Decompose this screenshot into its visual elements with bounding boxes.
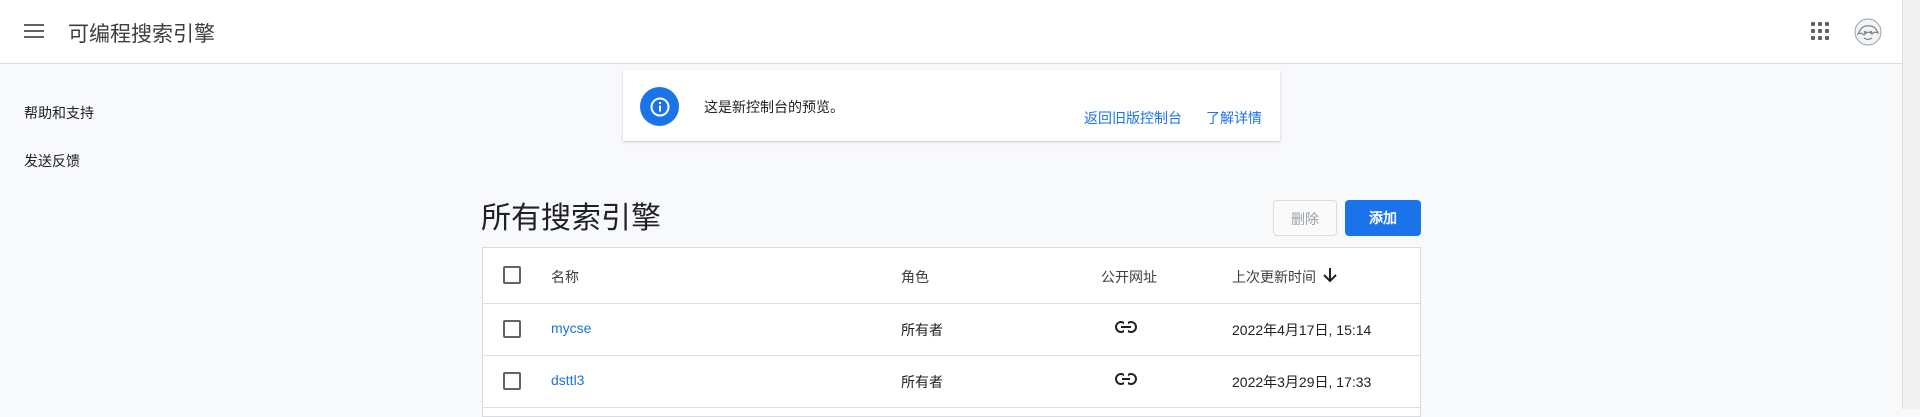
table-row[interactable]: mycse 所有者 2022年4月17日, 15:14 [483,303,1420,356]
app-title: 可编程搜索引擎 [68,23,215,46]
engine-last-updated: 2022年4月17日, 15:14 [1232,322,1372,338]
account-avatar[interactable] [1853,17,1883,47]
sidebar-item-feedback[interactable]: 发送反馈 [24,151,80,171]
column-header-name[interactable]: 名称 [551,267,579,287]
page-title: 所有搜索引擎 [481,202,661,235]
row-checkbox[interactable] [503,320,521,338]
preview-banner: 这是新控制台的预览。 返回旧版控制台 了解详情 [623,70,1280,141]
column-header-last-updated[interactable]: 上次更新时间 [1232,267,1316,287]
back-to-legacy-console-link[interactable]: 返回旧版控制台 [1084,108,1182,128]
column-header-role[interactable]: 角色 [901,267,929,287]
info-icon [640,87,679,126]
add-button[interactable]: 添加 [1345,200,1421,236]
select-all-checkbox[interactable] [503,266,521,284]
apps-grid-icon[interactable] [1811,22,1831,42]
banner-message: 这是新控制台的预览。 [704,99,844,115]
column-header-public-url[interactable]: 公开网址 [1101,267,1157,287]
row-checkbox[interactable] [503,372,521,390]
engine-last-updated: 2022年3月29日, 17:33 [1232,374,1372,390]
page-scrollbar[interactable] [1902,0,1920,409]
link-icon[interactable] [1115,372,1137,391]
table-row[interactable]: dsttl3 所有者 2022年3月29日, 17:33 [483,355,1420,408]
engine-name-link[interactable]: dsttl3 [551,372,584,388]
hamburger-menu-icon[interactable] [22,21,46,41]
search-engines-table: 名称 角色 公开网址 上次更新时间 mycse 所有者 2022年4月17日, … [482,247,1421,417]
engine-role: 所有者 [901,322,943,338]
arrow-down-icon[interactable] [1322,266,1338,289]
link-icon[interactable] [1115,320,1137,339]
top-app-bar: 可编程搜索引擎 [0,0,1902,64]
learn-more-link[interactable]: 了解详情 [1206,108,1262,128]
delete-button[interactable]: 删除 [1273,200,1337,236]
engine-name-link[interactable]: mycse [551,320,591,336]
table-header-row: 名称 角色 公开网址 上次更新时间 [483,248,1420,304]
engine-role: 所有者 [901,374,943,390]
sidebar-item-help[interactable]: 帮助和支持 [24,103,94,123]
